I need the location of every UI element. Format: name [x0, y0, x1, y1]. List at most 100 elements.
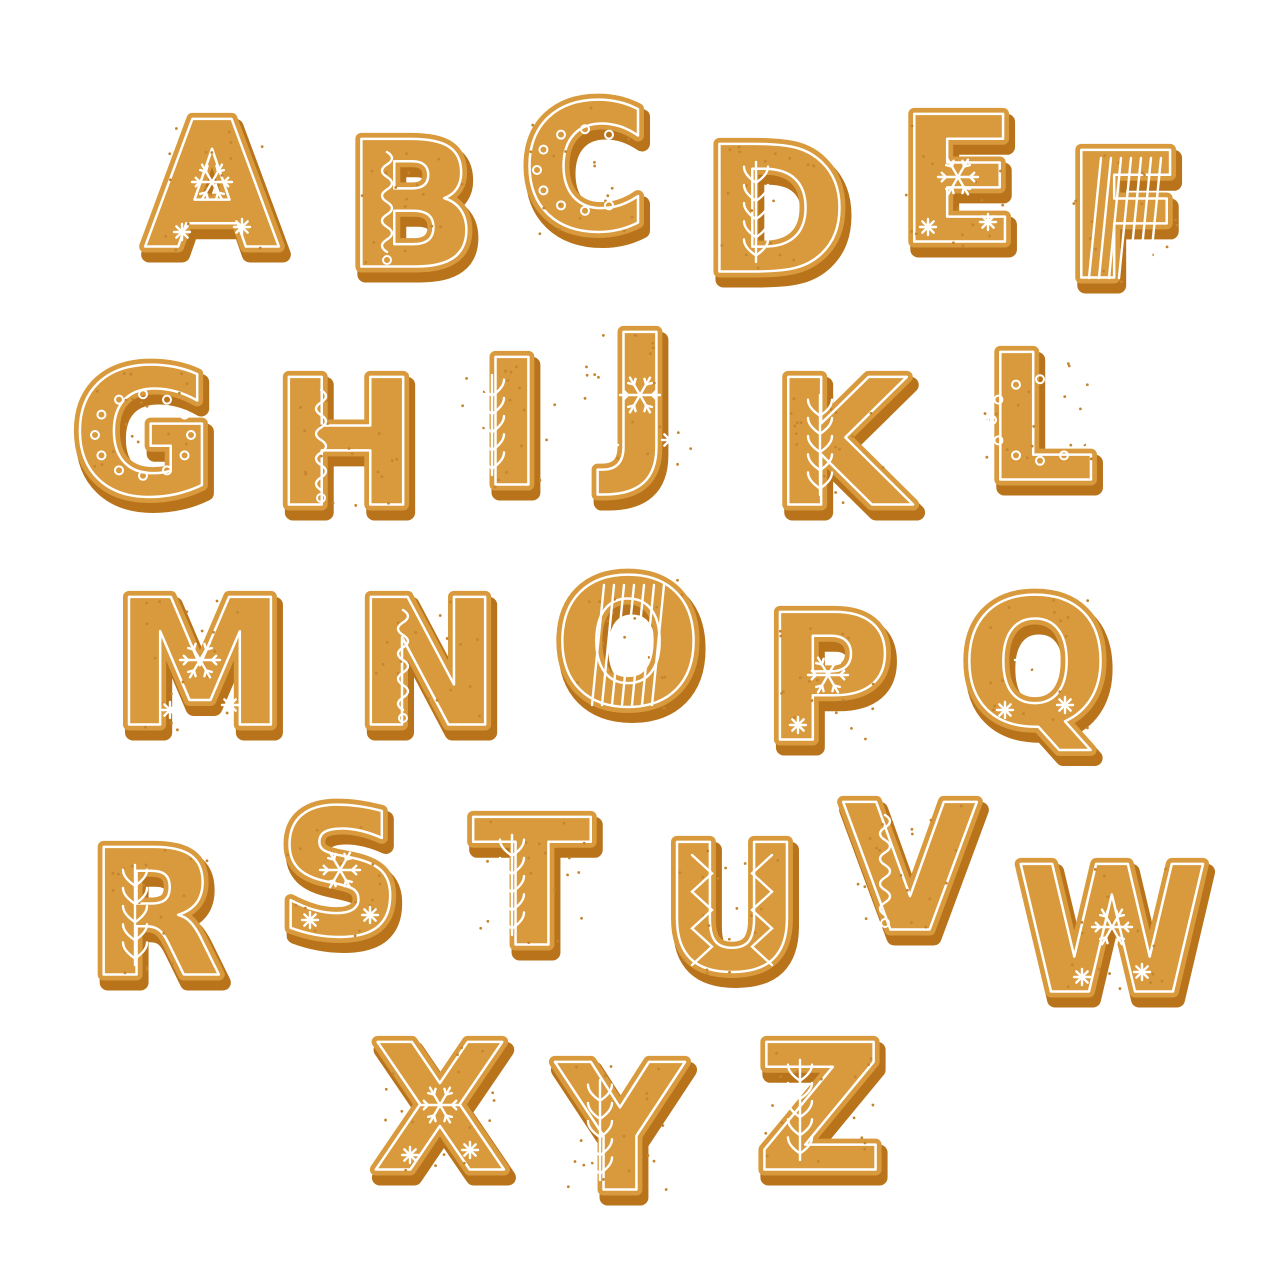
cookie-speck — [227, 130, 231, 134]
cookie-speck — [459, 642, 463, 646]
cookie-speck — [396, 621, 400, 625]
icing-outline: I — [479, 324, 544, 527]
cookie-speck — [707, 924, 711, 927]
cookie-speck — [210, 151, 214, 154]
cookie-speck — [645, 1097, 649, 1101]
icing-outline: W — [1015, 831, 1208, 1034]
cookie-letter-w: WWW — [1009, 825, 1220, 1050]
cookie-speck — [1102, 874, 1106, 878]
cookie-speck — [989, 681, 992, 685]
cookie-letter-g: GGG — [65, 328, 227, 553]
cookie-speck — [780, 1121, 784, 1125]
cookie-speck — [374, 671, 378, 675]
cookie-speck — [1001, 203, 1005, 207]
cookie-speck — [122, 372, 126, 375]
cookie-letter-x: XXX — [367, 1003, 520, 1228]
cookie-letter-z: ZZZ — [751, 1003, 896, 1228]
cookie-speck — [492, 1099, 496, 1102]
cookie-speck — [174, 248, 178, 252]
cookie-speck — [170, 962, 174, 966]
cookie-letter-b: BBB — [339, 100, 490, 325]
cookie-speck — [380, 475, 384, 479]
cookie-speck — [657, 1067, 660, 1071]
decoration-branch — [786, 1058, 814, 1162]
cookie-speck — [988, 234, 992, 238]
cookie-speck — [910, 124, 914, 128]
cookie-speck — [1136, 929, 1140, 933]
cookie-speck — [795, 421, 799, 425]
icing-outline: N — [355, 564, 501, 767]
cookie-speck — [100, 463, 104, 467]
icing-outline: Z — [757, 1009, 884, 1212]
cookie-speck — [527, 941, 531, 944]
cookie-letter-h: HHH — [267, 338, 431, 563]
cookie-speck — [728, 148, 732, 152]
snowflake-branch — [950, 159, 955, 168]
cookie-speck — [449, 600, 452, 604]
cookie-speck — [799, 421, 803, 425]
cookie-speck — [434, 1164, 437, 1168]
cookie-speck — [566, 873, 569, 877]
cookie-speck — [575, 1065, 578, 1069]
cookie-speck — [991, 708, 995, 712]
cookie-speck — [881, 465, 885, 469]
cookie-speck — [929, 818, 933, 822]
cookie-speck — [1088, 237, 1092, 240]
cookie-speck — [627, 1169, 631, 1173]
cookie-speck — [738, 150, 741, 154]
cookie-speck — [506, 378, 510, 382]
cookie-speck — [726, 191, 730, 195]
cookie-speck — [646, 452, 650, 456]
cookie-speck — [812, 164, 816, 168]
cookie-speck — [111, 871, 115, 875]
cookie-speck — [808, 627, 812, 631]
cookie-speck — [961, 244, 965, 248]
cookie-speck — [529, 150, 533, 154]
cookie-speck — [286, 853, 290, 857]
cookie-speck — [750, 914, 753, 918]
cookie-letter-p: PPP — [758, 573, 904, 798]
cookie-speck — [407, 171, 411, 175]
cookie-letter-s: SSS — [271, 768, 415, 993]
cookie-speck — [867, 1063, 870, 1067]
cookie-speck — [622, 1134, 626, 1138]
cookie-speck — [405, 152, 408, 156]
cookie-speck — [370, 169, 374, 173]
cookie-speck — [174, 127, 178, 130]
cookie-speck — [971, 223, 975, 227]
icing-outline: P — [764, 579, 892, 782]
cookie-speck — [1063, 395, 1067, 398]
cookie-speck — [716, 876, 720, 880]
cookie-speck — [145, 965, 149, 969]
cookie-speck — [130, 434, 134, 438]
cookie-speck — [765, 1154, 769, 1158]
cookie-speck — [1086, 726, 1089, 730]
cookie-speck — [583, 396, 587, 400]
cookie-speck — [354, 504, 358, 507]
cookie-speck — [651, 346, 655, 350]
cookie-speck — [404, 1168, 408, 1172]
cookie-speck — [623, 635, 627, 639]
cookie-speck — [652, 381, 656, 385]
cookie-speck — [585, 365, 588, 369]
cookie-speck — [601, 642, 605, 645]
cookie-speck — [847, 636, 850, 640]
cookie-speck — [124, 422, 128, 426]
cookie-speck — [377, 874, 381, 878]
cookie-speck — [610, 186, 614, 190]
decoration-branch — [586, 1078, 614, 1182]
cookie-speck — [209, 193, 213, 197]
snowflake-branch — [343, 879, 348, 888]
cookie-speck — [980, 198, 984, 202]
cookie-speck — [706, 849, 710, 853]
cookie-speck — [439, 225, 442, 229]
cookie-speck — [437, 157, 441, 161]
cookie-speck — [792, 258, 796, 262]
cookie-speck — [391, 1072, 395, 1076]
snowflake-branch — [831, 684, 836, 693]
cookie-speck — [834, 411, 838, 415]
cookie-speck — [353, 934, 357, 938]
cookie-speck — [350, 452, 354, 456]
cookie-speck — [922, 155, 925, 158]
cookie-speck — [456, 1053, 459, 1057]
